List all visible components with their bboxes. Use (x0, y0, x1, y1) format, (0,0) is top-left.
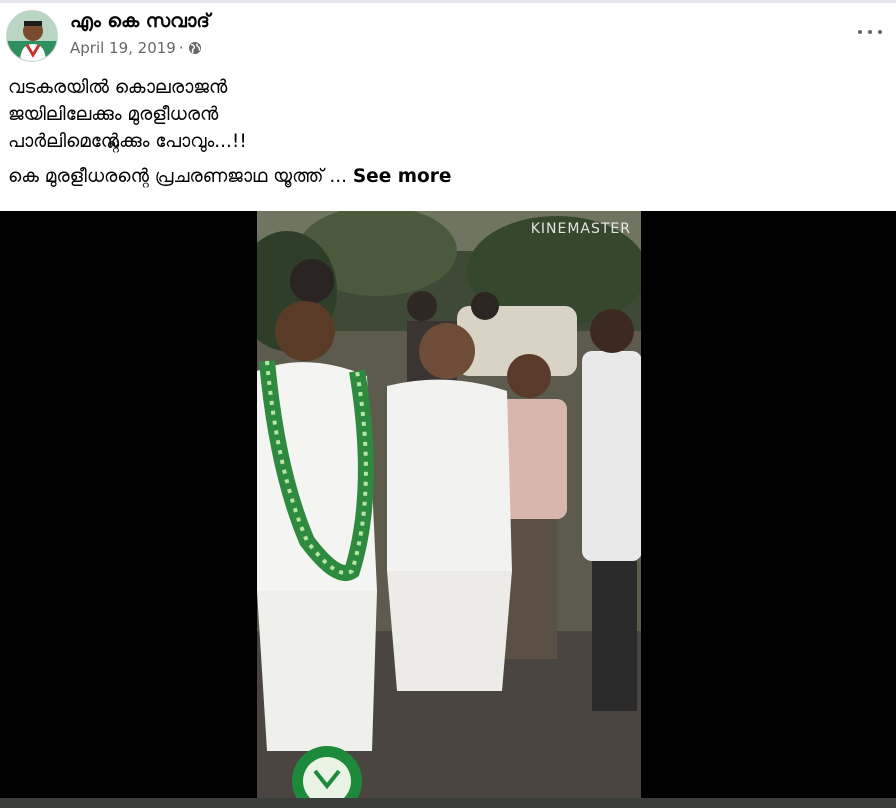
author-name[interactable]: എം കെ സവാദ് (70, 10, 210, 32)
video-frame[interactable]: KINEMASTER (257, 211, 641, 808)
post-text-last-line: കെ മുരളീധരന്റെ പ്രചരണജാഥ യൂത്ത് ... See … (8, 163, 878, 190)
author-avatar[interactable] (6, 10, 58, 62)
post-date[interactable]: April 19, 2019 (70, 39, 176, 57)
see-more-link[interactable]: See more (353, 166, 452, 187)
top-divider (0, 0, 896, 3)
facebook-post: എം കെ സവാദ് April 19, 2019 · വടകരയിൽ കൊല… (0, 0, 896, 808)
video-player[interactable]: KINEMASTER (0, 211, 896, 808)
more-options-icon[interactable] (858, 24, 882, 40)
post-text-line: വടകരയിൽ കൊലരാജൻ (8, 77, 228, 98)
video-thumbnail (257, 211, 641, 808)
post-text-truncated: കെ മുരളീധരന്റെ പ്രചരണജാഥ യൂത്ത് ... (8, 166, 347, 187)
globe-icon[interactable] (188, 41, 202, 55)
avatar-image (7, 11, 57, 61)
post-meta: April 19, 2019 · (70, 39, 202, 57)
meta-separator: · (178, 39, 184, 57)
post-header: എം കെ സവാദ് April 19, 2019 · (0, 8, 896, 68)
video-watermark: KINEMASTER (530, 221, 631, 237)
post-text-line: ജയിലിലേക്കും മുരളീധരൻ (8, 104, 219, 125)
video-controls-strip (0, 798, 896, 808)
post-text-line: പാർലിമെന്റ്ലേക്കും പോവും...!! (8, 131, 247, 152)
post-text: വടകരയിൽ കൊലരാജൻ ജയിലിലേക്കും മുരളീധരൻ പാ… (8, 74, 878, 190)
